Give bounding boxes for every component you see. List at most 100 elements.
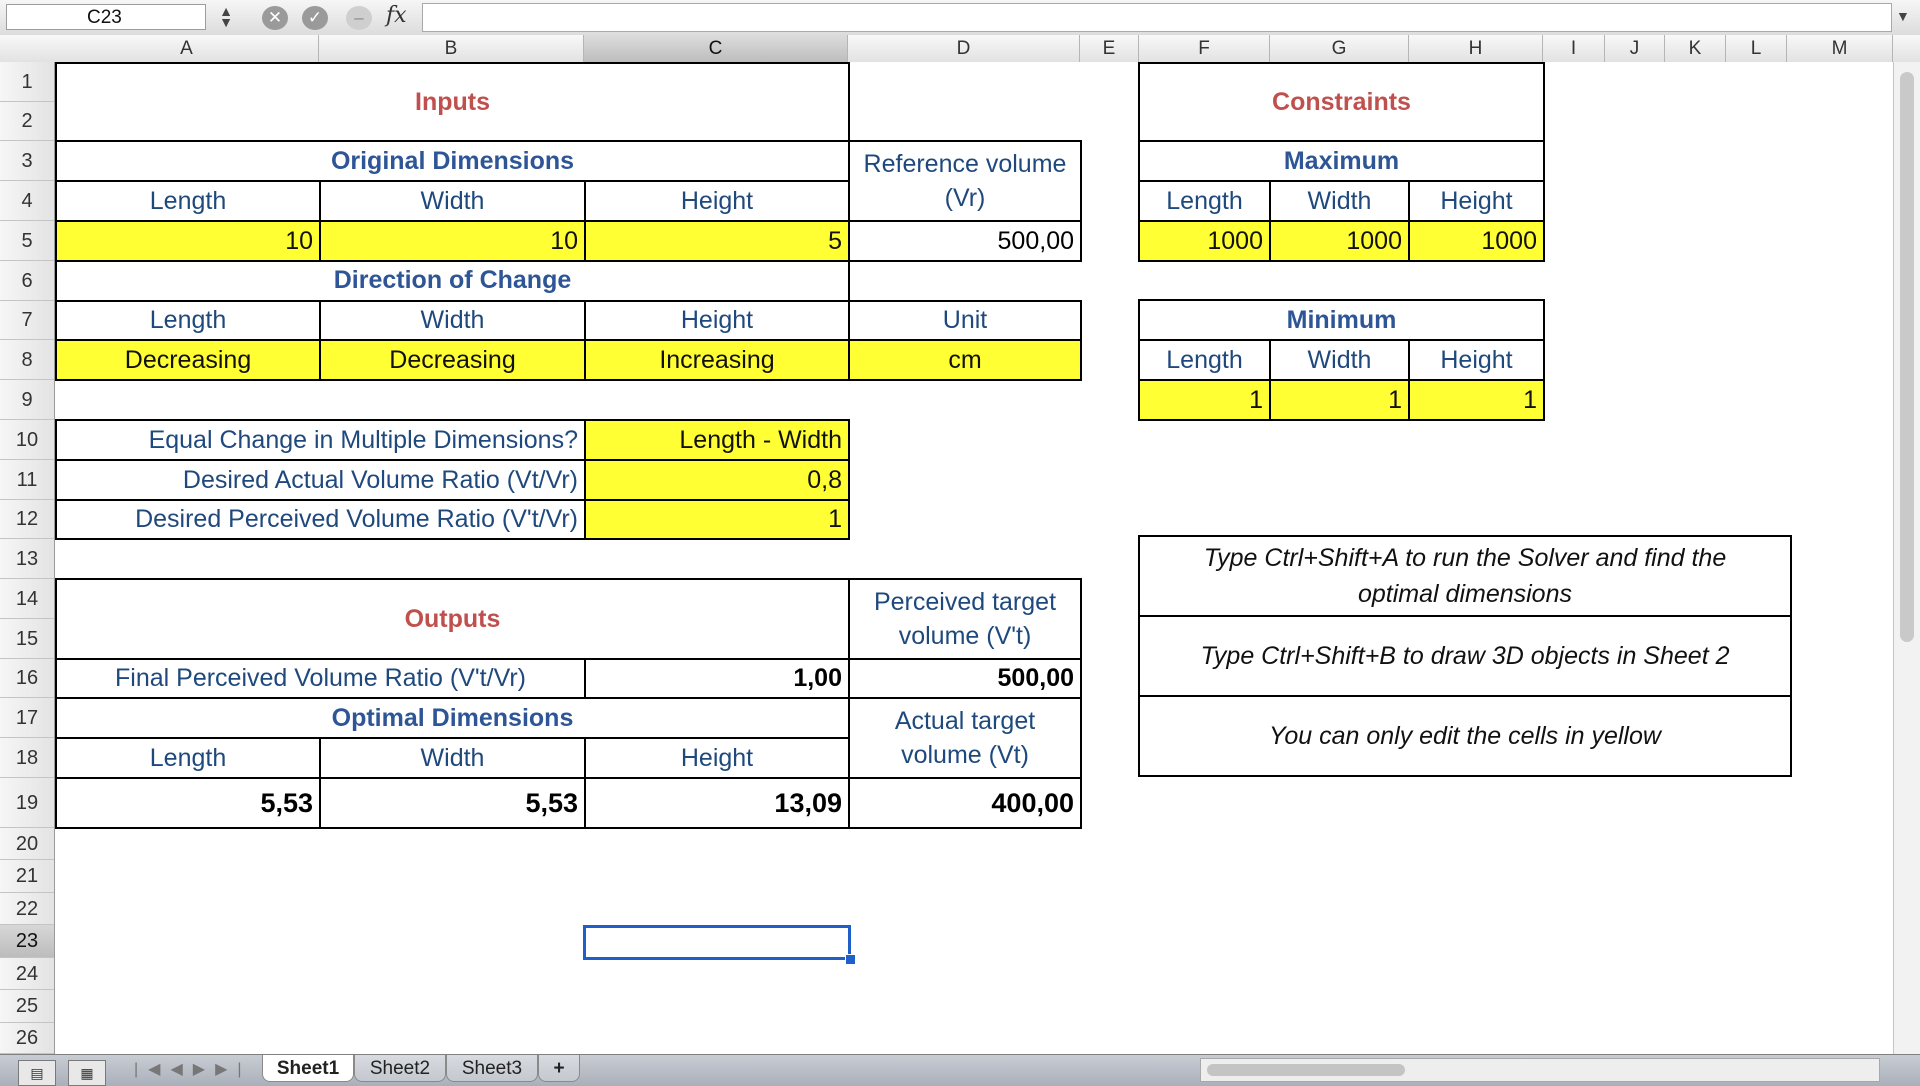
orig-length-input[interactable]: 10 bbox=[55, 220, 321, 262]
min-length-input[interactable]: 1 bbox=[1138, 379, 1271, 421]
opt-width-label[interactable]: Width bbox=[319, 737, 586, 779]
fx-label[interactable]: fx bbox=[386, 3, 407, 28]
min-height-label[interactable]: Height bbox=[1408, 339, 1545, 381]
max-length-label[interactable]: Length bbox=[1138, 180, 1271, 222]
function-wizard-icon[interactable]: – bbox=[346, 6, 372, 30]
tab-sheet3[interactable]: Sheet3 bbox=[446, 1055, 538, 1082]
dir-height-label[interactable]: Height bbox=[584, 300, 850, 341]
column-header-d[interactable]: D bbox=[848, 35, 1080, 62]
worksheet-grid[interactable]: Inputs Original Dimensions Length Width … bbox=[55, 62, 1893, 1054]
row-header-18[interactable]: 18 bbox=[0, 738, 54, 778]
row-header-16[interactable]: 16 bbox=[0, 659, 54, 698]
name-box-stepper-icon[interactable]: ▲ ▼ bbox=[214, 4, 238, 30]
column-header-b[interactable]: B bbox=[319, 35, 584, 62]
desired-perceived-label[interactable]: Desired Perceived Volume Ratio (V't/Vr) bbox=[55, 499, 586, 540]
final-perceived-label[interactable]: Final Perceived Volume Ratio (V't/Vr) bbox=[55, 658, 586, 699]
opt-height-label[interactable]: Height bbox=[584, 737, 850, 779]
max-width-input[interactable]: 1000 bbox=[1269, 220, 1410, 262]
max-height-input[interactable]: 1000 bbox=[1408, 220, 1545, 262]
max-length-input[interactable]: 1000 bbox=[1138, 220, 1271, 262]
row-header-1[interactable]: 1 bbox=[0, 62, 54, 102]
row-header-2[interactable]: 2 bbox=[0, 102, 54, 141]
min-width-label[interactable]: Width bbox=[1269, 339, 1410, 381]
equal-change-select[interactable]: Length - Width bbox=[584, 419, 850, 461]
optimal-dimensions-header[interactable]: Optimal Dimensions bbox=[55, 697, 850, 739]
row-header-26[interactable]: 26 bbox=[0, 1023, 54, 1054]
reference-volume-label[interactable]: Reference volume (Vr) bbox=[848, 140, 1082, 222]
row-header-3[interactable]: 3 bbox=[0, 141, 54, 181]
actual-target-value[interactable]: 400,00 bbox=[848, 777, 1082, 829]
row-header-15[interactable]: 15 bbox=[0, 619, 54, 659]
opt-height-value[interactable]: 13,09 bbox=[584, 777, 850, 829]
opt-width-value[interactable]: 5,53 bbox=[319, 777, 586, 829]
row-header-10[interactable]: 10 bbox=[0, 420, 54, 460]
formula-input[interactable] bbox=[422, 3, 1892, 32]
outputs-title[interactable]: Outputs bbox=[55, 578, 850, 660]
actual-target-label[interactable]: Actual target volume (Vt) bbox=[848, 697, 1082, 779]
column-header-g[interactable]: G bbox=[1270, 35, 1409, 62]
opt-length-value[interactable]: 5,53 bbox=[55, 777, 321, 829]
orig-width-input[interactable]: 10 bbox=[319, 220, 586, 262]
horizontal-scrollbar[interactable] bbox=[1200, 1058, 1880, 1082]
perceived-target-label[interactable]: Perceived target volume (V't) bbox=[848, 578, 1082, 660]
min-length-label[interactable]: Length bbox=[1138, 339, 1271, 381]
column-header-e[interactable]: E bbox=[1080, 35, 1139, 62]
row-header-5[interactable]: 5 bbox=[0, 221, 54, 261]
tab-sheet2[interactable]: Sheet2 bbox=[354, 1055, 446, 1082]
orig-length-label[interactable]: Length bbox=[55, 180, 321, 222]
row-header-14[interactable]: 14 bbox=[0, 579, 54, 619]
unit-select[interactable]: cm bbox=[848, 339, 1082, 381]
active-cell-selection[interactable] bbox=[583, 925, 851, 960]
opt-length-label[interactable]: Length bbox=[55, 737, 321, 779]
original-dimensions-header[interactable]: Original Dimensions bbox=[55, 140, 850, 182]
direction-of-change-header[interactable]: Direction of Change bbox=[55, 260, 850, 302]
column-header-m[interactable]: M bbox=[1787, 35, 1893, 62]
row-header-6[interactable]: 6 bbox=[0, 261, 54, 301]
minimum-header[interactable]: Minimum bbox=[1138, 299, 1545, 341]
horizontal-scroll-thumb[interactable] bbox=[1207, 1064, 1405, 1076]
dir-length-select[interactable]: Decreasing bbox=[55, 339, 321, 381]
row-header-25[interactable]: 25 bbox=[0, 990, 54, 1023]
max-width-label[interactable]: Width bbox=[1269, 180, 1410, 222]
row-header-11[interactable]: 11 bbox=[0, 460, 54, 500]
row-header-7[interactable]: 7 bbox=[0, 301, 54, 340]
equal-change-label[interactable]: Equal Change in Multiple Dimensions? bbox=[55, 419, 586, 461]
row-header-23[interactable]: 23 bbox=[0, 925, 54, 958]
row-header-9[interactable]: 9 bbox=[0, 380, 54, 420]
name-box[interactable]: C23 bbox=[6, 4, 206, 30]
maximum-header[interactable]: Maximum bbox=[1138, 140, 1545, 182]
desired-actual-label[interactable]: Desired Actual Volume Ratio (Vt/Vr) bbox=[55, 459, 586, 501]
fill-handle[interactable] bbox=[845, 954, 856, 965]
dir-height-select[interactable]: Increasing bbox=[584, 339, 850, 381]
final-perceived-value[interactable]: 1,00 bbox=[584, 658, 850, 699]
desired-perceived-input[interactable]: 1 bbox=[584, 499, 850, 540]
column-header-j[interactable]: J bbox=[1605, 35, 1665, 62]
max-height-label[interactable]: Height bbox=[1408, 180, 1545, 222]
vertical-scrollbar[interactable] bbox=[1893, 62, 1920, 1054]
column-header-h[interactable]: H bbox=[1409, 35, 1543, 62]
column-header-i[interactable]: I bbox=[1543, 35, 1605, 62]
chevron-down-icon[interactable]: ▼ bbox=[1896, 8, 1910, 24]
orig-width-label[interactable]: Width bbox=[319, 180, 586, 222]
row-header-17[interactable]: 17 bbox=[0, 698, 54, 738]
tab-sheet1[interactable]: Sheet1 bbox=[262, 1055, 354, 1082]
add-sheet-button[interactable]: + bbox=[538, 1055, 580, 1082]
min-width-input[interactable]: 1 bbox=[1269, 379, 1410, 421]
row-header-24[interactable]: 24 bbox=[0, 958, 54, 990]
inputs-title[interactable]: Inputs bbox=[55, 62, 850, 142]
sheet-nav-arrows-icon[interactable]: |◀◀▶▶| bbox=[134, 1057, 252, 1083]
normal-view-icon[interactable]: ▤ bbox=[18, 1060, 56, 1086]
row-header-19[interactable]: 19 bbox=[0, 778, 54, 828]
dir-width-select[interactable]: Decreasing bbox=[319, 339, 586, 381]
column-header-k[interactable]: K bbox=[1665, 35, 1726, 62]
perceived-target-value[interactable]: 500,00 bbox=[848, 658, 1082, 699]
page-layout-icon[interactable]: ▦ bbox=[68, 1060, 106, 1086]
column-header-a[interactable]: A bbox=[55, 35, 319, 62]
desired-actual-input[interactable]: 0,8 bbox=[584, 459, 850, 501]
row-header-4[interactable]: 4 bbox=[0, 181, 54, 221]
row-header-8[interactable]: 8 bbox=[0, 340, 54, 380]
column-header-f[interactable]: F bbox=[1139, 35, 1270, 62]
dir-width-label[interactable]: Width bbox=[319, 300, 586, 341]
reference-volume-value[interactable]: 500,00 bbox=[848, 220, 1082, 262]
cancel-icon[interactable]: ✕ bbox=[262, 6, 288, 30]
